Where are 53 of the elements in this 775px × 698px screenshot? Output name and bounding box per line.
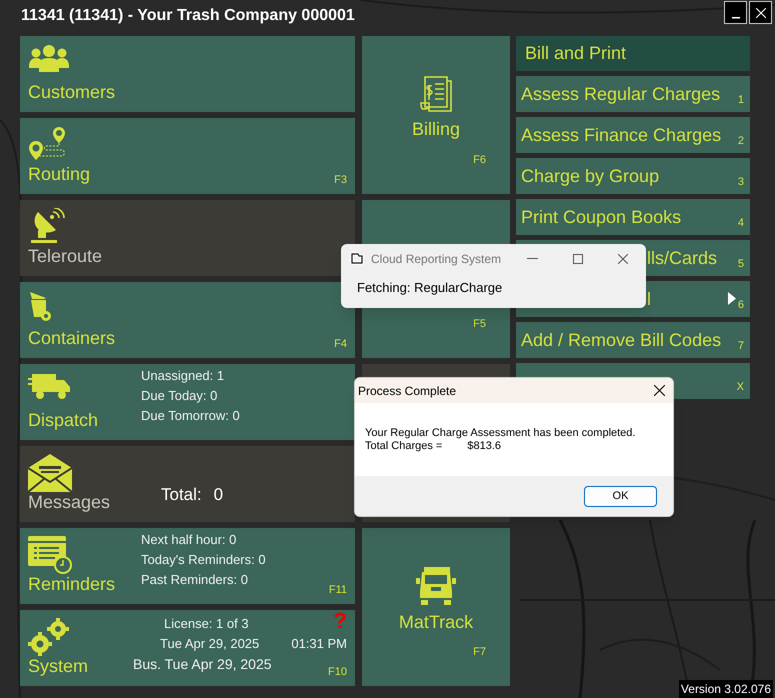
- status-message: Fetching: RegularCharge: [356, 279, 504, 297]
- shortcut-key: 7: [738, 338, 744, 354]
- shortcut-key: F7: [473, 644, 486, 660]
- menu-item-label: l: [647, 288, 651, 310]
- tile-label: Teleroute: [28, 245, 102, 268]
- shortcut-key: F10: [328, 664, 347, 680]
- total-label: Total:: [161, 484, 202, 506]
- status-line: Next half hour: 0: [141, 531, 238, 549]
- tile-label: Reminders: [28, 573, 116, 596]
- tile-label: Containers: [28, 327, 116, 350]
- version-label: Version 3.02.076: [678, 680, 773, 698]
- shortcut-key: X: [736, 378, 744, 395]
- tile-label: MatTrack: [398, 610, 474, 634]
- window-title: 11341 (11341) - Your Trash Company 000001: [21, 6, 355, 26]
- shortcut-key: F3: [334, 172, 347, 188]
- total-value: 0: [214, 484, 224, 506]
- tile-label: Customers: [28, 81, 116, 104]
- shortcut-key: F4: [334, 336, 347, 352]
- status-line: Today's Reminders: 0: [141, 551, 266, 569]
- shortcut-key: 3: [738, 174, 744, 190]
- dialog-title: Cloud Reporting System: [371, 251, 502, 268]
- shortcut-key: 5: [738, 256, 744, 272]
- menu-item-label: lls/Cards: [647, 246, 718, 270]
- tile-label: Routing: [28, 163, 90, 186]
- status-line: Due Tomorrow: 0: [141, 407, 240, 425]
- shortcut-key: F11: [328, 582, 347, 598]
- shortcut-key: F6: [473, 152, 486, 168]
- menu-item-label: Add / Remove Bill Codes: [521, 328, 722, 352]
- tile-label: Dispatch: [28, 409, 98, 432]
- menu-item-label: Charge by Group: [521, 164, 660, 188]
- total-label: Total Charges =: [365, 440, 442, 453]
- tile-label: System: [28, 655, 88, 678]
- menu-item-label: Assess Regular Charges: [521, 82, 720, 106]
- date-text: Tue Apr 29, 2025: [160, 635, 260, 653]
- business-date: Bus. Tue Apr 29, 2025: [133, 655, 272, 674]
- status-line: Unassigned: 1: [141, 367, 226, 385]
- shortcut-key: F5: [473, 316, 486, 332]
- menu-header: Bill and Print: [516, 36, 750, 71]
- shortcut-key: 6: [738, 296, 744, 313]
- menu-item-label: Print Coupon Books: [521, 206, 682, 229]
- status-line: Due Today: 0: [141, 387, 218, 405]
- total-value: $813.6: [467, 440, 502, 453]
- tile-label: Billing: [412, 118, 460, 141]
- shortcut-key: 4: [738, 214, 744, 231]
- shortcut-key: 2: [738, 132, 744, 149]
- menu-item-label: Assess Finance Charges: [521, 124, 722, 147]
- dialog-message: Your Regular Charge Assessment has been completed.: [365, 427, 636, 440]
- license-text: License: 1 of 3: [164, 615, 249, 633]
- shortcut-key: 1: [738, 92, 744, 108]
- time-text: 01:31 PM: [291, 635, 347, 653]
- status-line: Past Reminders: 0: [141, 571, 249, 589]
- dialog-title: Process Complete: [358, 382, 456, 400]
- tile-label: Messages: [28, 491, 110, 514]
